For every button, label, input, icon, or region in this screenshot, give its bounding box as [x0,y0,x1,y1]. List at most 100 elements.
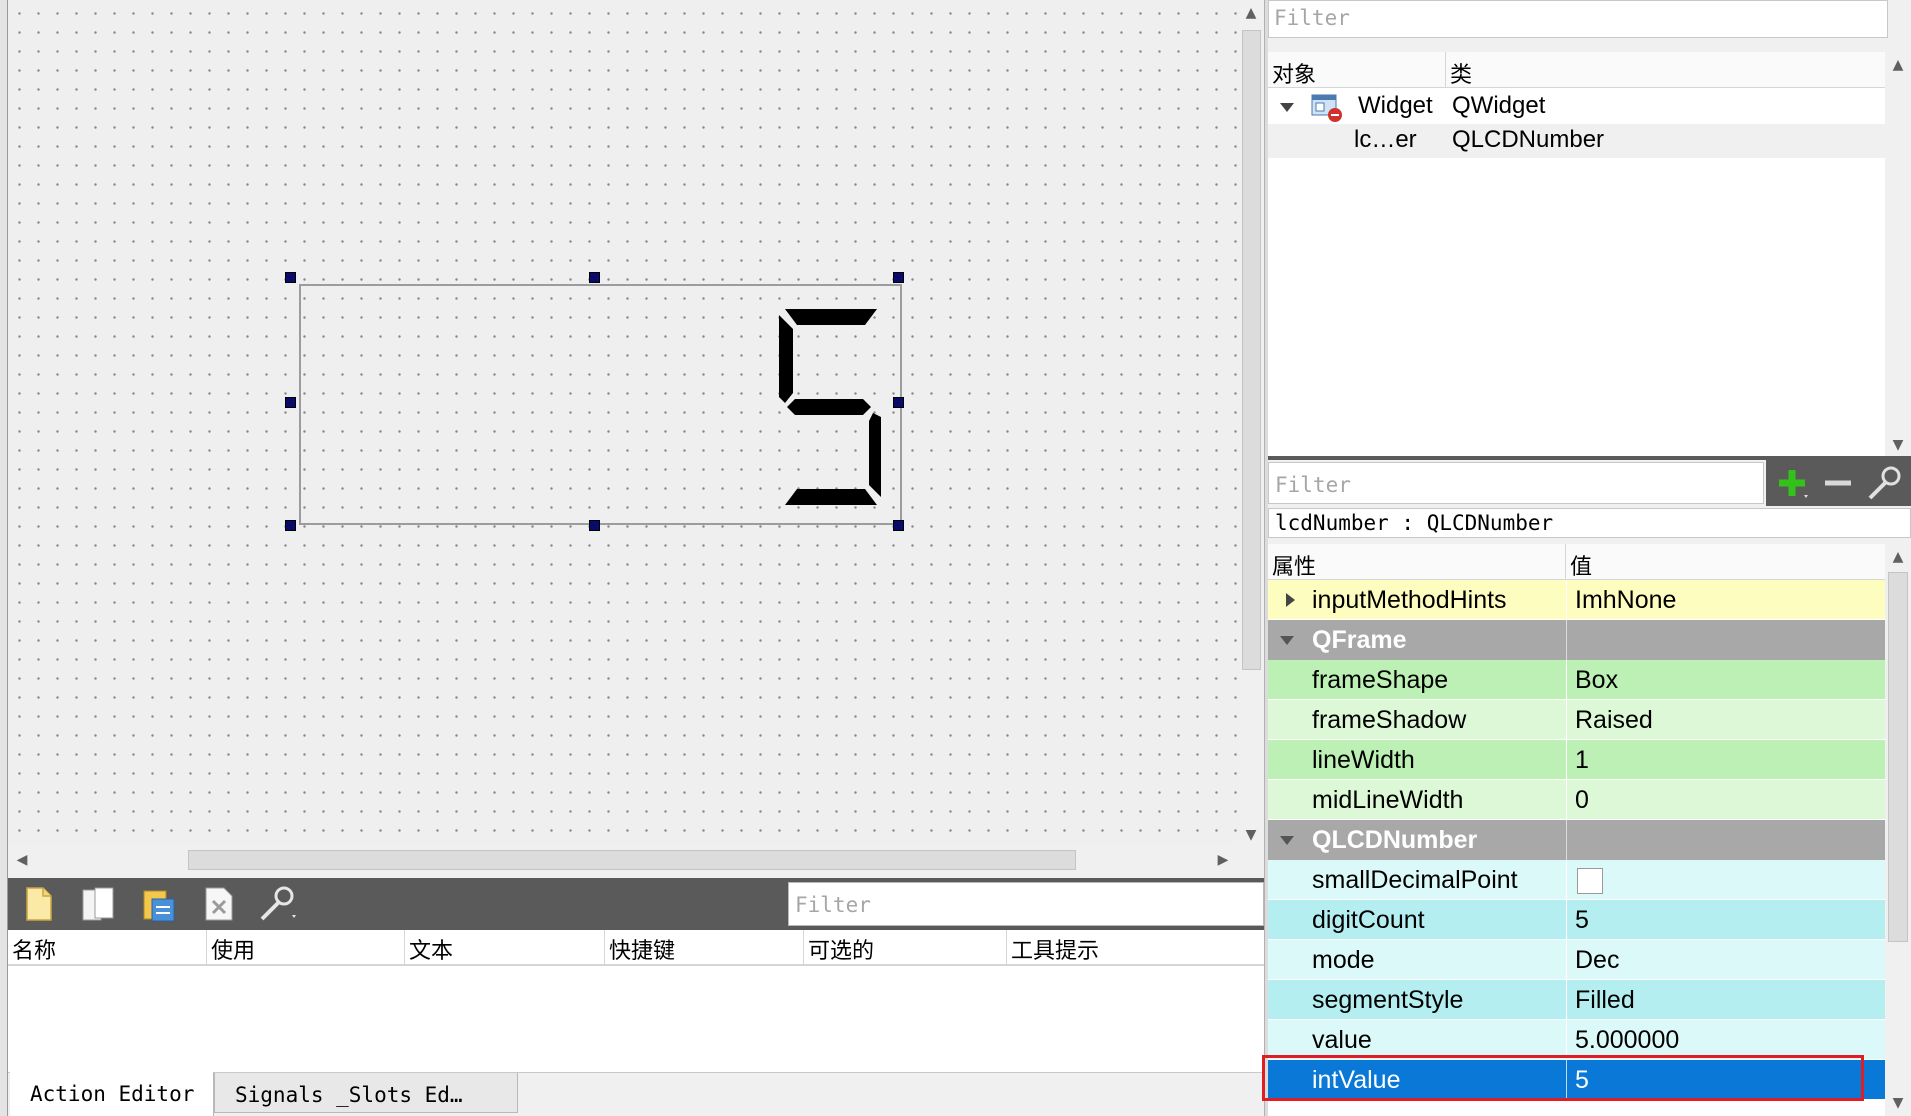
column-header-shortcut[interactable]: 快捷键 [605,930,804,966]
tree-row-lcdnumber[interactable]: lc…er QLCDNumber [1268,124,1885,158]
scroll-left-arrow-icon[interactable]: ◀ [10,847,34,873]
property-value[interactable]: 5 [1566,900,1877,939]
new-action-icon [26,887,52,921]
column-header-text[interactable]: 文本 [405,930,605,966]
expand-arrow-icon[interactable] [1286,593,1295,607]
property-row-smalldecimalpoint[interactable]: smallDecimalPoint [1268,860,1885,900]
property-name: value [1312,1026,1372,1054]
new-action-button[interactable] [18,884,60,924]
column-header-name[interactable]: 名称 [8,930,207,966]
selection-handle-n[interactable] [589,272,600,283]
paste-action-button[interactable] [138,884,180,924]
minus-icon [1825,480,1851,486]
delete-action-icon [205,887,233,921]
property-table[interactable]: inputMethodHints ImhNone QFrame frameSha… [1268,580,1885,1116]
property-value-cell [1566,860,1877,899]
property-value[interactable]: Filled [1566,980,1877,1019]
property-value[interactable]: 0 [1566,780,1877,819]
selection-handle-se[interactable] [893,520,904,531]
plus-icon [1779,470,1808,498]
tab-action-editor[interactable]: Action Editor [10,1072,214,1116]
lcd-value-text: 5 [777,307,778,308]
form-design-canvas[interactable]: 5 [8,0,1239,846]
property-filter-input[interactable]: Filter [1268,462,1764,504]
scrollbar-thumb[interactable] [1242,30,1261,670]
property-table-vertical-scrollbar[interactable]: ▲ ▼ [1885,544,1911,1116]
property-group-qframe[interactable]: QFrame [1268,620,1885,660]
scrollbar-thumb[interactable] [1888,572,1908,942]
property-name: segmentStyle [1312,986,1464,1014]
property-column-divider[interactable] [1566,580,1567,1100]
scroll-up-arrow-icon[interactable]: ▲ [1886,52,1910,78]
property-row-linewidth[interactable]: lineWidth 1 [1268,740,1885,780]
configure-icon [1868,466,1901,500]
scroll-up-arrow-icon[interactable]: ▲ [1886,544,1910,570]
property-name: mode [1312,946,1375,974]
collapse-arrow-icon[interactable] [1280,636,1294,645]
copy-action-icon [82,887,114,921]
small-decimal-point-checkbox[interactable] [1577,868,1603,894]
property-row-frameshadow[interactable]: frameShadow Raised [1268,700,1885,740]
add-dynamic-property-button[interactable] [1774,466,1810,500]
property-value[interactable]: Raised [1566,700,1877,739]
property-value[interactable]: Dec [1566,940,1877,979]
scroll-down-arrow-icon[interactable]: ▼ [1886,1090,1910,1116]
action-filter-input[interactable]: Filter [788,882,1264,926]
property-name: frameShadow [1312,706,1467,734]
property-name: inputMethodHints [1312,586,1507,614]
property-row-inputmethodhints[interactable]: inputMethodHints ImhNone [1268,580,1885,620]
scroll-down-arrow-icon[interactable]: ▼ [1886,432,1910,458]
configure-property-button[interactable] [1866,464,1906,502]
scroll-right-arrow-icon[interactable]: ▶ [1211,847,1235,873]
property-value[interactable]: 5.000000 [1566,1020,1877,1059]
group-label: QLCDNumber [1312,826,1478,854]
column-header-used[interactable]: 使用 [207,930,405,966]
current-object-label: lcdNumber : QLCDNumber [1268,508,1911,538]
tree-row-widget[interactable]: Widget QWidget [1268,90,1885,124]
lcd-number-widget[interactable]: 5 [299,284,902,525]
selection-handle-s[interactable] [589,520,600,531]
selection-handle-ne[interactable] [893,272,904,283]
collapse-arrow-icon[interactable] [1280,103,1294,112]
object-tree-vertical-scrollbar[interactable]: ▲ ▼ [1885,52,1911,458]
property-row-segmentstyle[interactable]: segmentStyle Filled [1268,980,1885,1020]
object-inspector-filter-input[interactable]: Filter [1268,0,1888,38]
property-name: frameShape [1312,666,1449,694]
configure-action-button[interactable] [258,884,300,924]
property-value[interactable]: 1 [1566,740,1877,779]
scrollbar-thumb-horizontal[interactable] [188,850,1076,870]
selection-handle-e[interactable] [893,397,904,408]
column-header-property[interactable]: 属性 [1268,544,1566,580]
property-value[interactable]: ImhNone [1566,580,1877,619]
tab-signals-slots-editor[interactable]: Signals _Slots Ed… [214,1073,518,1113]
property-name: midLineWidth [1312,786,1464,814]
object-inspector-header: 对象 类 [1268,52,1885,88]
canvas-horizontal-scrollbar[interactable]: ◀ ▶ [8,846,1239,874]
selection-handle-nw[interactable] [285,272,296,283]
selection-handle-sw[interactable] [285,520,296,531]
property-row-digitcount[interactable]: digitCount 5 [1268,900,1885,940]
property-row-midlinewidth[interactable]: midLineWidth 0 [1268,780,1885,820]
property-row-mode[interactable]: mode Dec [1268,940,1885,980]
column-header-value[interactable]: 值 [1566,544,1885,580]
selection-handle-w[interactable] [285,397,296,408]
object-name: lc…er [1354,126,1417,153]
action-list[interactable] [8,966,1264,1072]
scroll-up-arrow-icon[interactable]: ▲ [1239,0,1263,26]
scroll-down-arrow-icon[interactable]: ▼ [1239,822,1263,848]
property-row-frameshape[interactable]: frameShape Box [1268,660,1885,700]
object-tree[interactable]: Widget QWidget lc…er QLCDNumber [1268,88,1885,458]
canvas-vertical-scrollbar[interactable]: ▲ ▼ [1239,0,1264,846]
collapse-arrow-icon[interactable] [1280,836,1294,845]
column-header-tooltip[interactable]: 工具提示 [1007,930,1264,966]
column-header-object[interactable]: 对象 [1268,52,1446,88]
column-header-checkable[interactable]: 可选的 [804,930,1007,966]
property-group-qlcdnumber[interactable]: QLCDNumber [1268,820,1885,860]
copy-action-button[interactable] [78,884,120,924]
column-header-class[interactable]: 类 [1446,52,1885,88]
property-value[interactable]: Box [1566,660,1877,699]
configure-icon [260,886,296,921]
delete-action-button[interactable] [198,884,240,924]
remove-dynamic-property-button[interactable] [1820,466,1856,500]
property-row-value[interactable]: value 5.000000 [1268,1020,1885,1060]
